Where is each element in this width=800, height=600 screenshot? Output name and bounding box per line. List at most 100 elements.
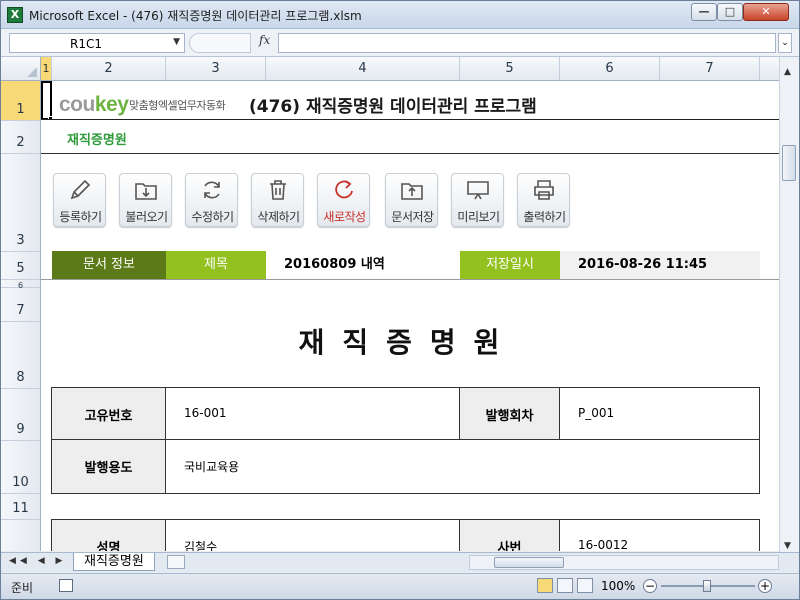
column-header-7[interactable]: 7 (660, 57, 760, 80)
new-document-icon (335, 180, 353, 199)
delete-button[interactable]: 삭제하기 (251, 173, 304, 227)
name-box[interactable]: R1C1 ▼ (9, 33, 185, 53)
saved-at-value[interactable]: 2016-08-26 11:45 (560, 251, 760, 279)
header-divider (41, 153, 785, 154)
row-header-9[interactable]: 9 (1, 389, 40, 441)
close-icon: ✕ (761, 5, 771, 18)
row-header-5[interactable]: 5 (1, 252, 40, 280)
vertical-scrollbar[interactable]: ▼ (779, 111, 799, 553)
load-button[interactable]: 불러오기 (119, 173, 172, 227)
status-ready: 준비 (11, 581, 34, 595)
trash-icon (270, 180, 286, 200)
minimize-icon: — (698, 5, 710, 18)
purpose-value-cell[interactable]: 국비교육용 (166, 440, 759, 493)
formula-bar-divider[interactable] (189, 33, 251, 53)
column-header-3[interactable]: 3 (166, 57, 266, 80)
page-break-preview-button[interactable] (577, 578, 593, 593)
row-header-3[interactable]: 3 (1, 154, 40, 252)
printer-icon (534, 180, 554, 200)
row-header-11[interactable]: 11 (1, 494, 40, 520)
register-button-label: 등록하기 (59, 210, 102, 224)
minimize-button[interactable]: — (691, 3, 717, 21)
zoom-slider-thumb[interactable] (703, 580, 711, 592)
id-value-cell[interactable]: 16-001 (166, 388, 460, 440)
normal-view-button[interactable] (537, 578, 553, 593)
scroll-up-icon[interactable]: ▲ (784, 67, 791, 77)
horizontal-scroll-thumb[interactable] (494, 557, 564, 568)
row-header-10[interactable]: 10 (1, 441, 40, 494)
pencil-icon (70, 179, 91, 200)
column-headers: 1 2 3 4 5 6 7 (1, 57, 799, 81)
print-button[interactable]: 출력하기 (517, 173, 570, 227)
new-document-button[interactable]: 새로작성 (317, 173, 370, 227)
purpose-label-cell: 발행용도 (52, 440, 166, 493)
active-cell-selection[interactable] (41, 81, 52, 120)
sheet-tab-active[interactable]: 재직증명원 (73, 553, 155, 571)
edit-button[interactable]: 수정하기 (185, 173, 238, 227)
select-all-corner[interactable] (1, 57, 41, 80)
horizontal-scrollbar[interactable] (469, 555, 779, 570)
vertical-scroll-thumb[interactable] (782, 145, 796, 181)
zoom-level[interactable]: 100% (601, 579, 635, 593)
section-divider (41, 279, 785, 280)
monitor-icon (467, 181, 489, 200)
column-header-6[interactable]: 6 (560, 57, 660, 80)
title-value-cell[interactable]: 20160809 내역 (266, 251, 460, 279)
column-header-1[interactable]: 1 (41, 57, 52, 80)
save-document-button[interactable]: 문서저장 (385, 173, 438, 227)
save-document-button-label: 문서저장 (391, 210, 434, 224)
program-title: (476) 재직증명원 데이터관리 프로그램 (249, 97, 537, 117)
zoom-out-icon[interactable]: − (643, 579, 657, 593)
excel-icon[interactable]: X (7, 7, 23, 23)
vertical-split-box[interactable]: ▲ (779, 57, 799, 111)
chevron-down-icon[interactable]: ▼ (173, 37, 180, 47)
load-button-label: 불러오기 (125, 210, 168, 224)
document-info-label: 문서 정보 (52, 251, 166, 279)
employee-number-value-cell[interactable]: 16-0012 (560, 520, 759, 551)
edit-button-label: 수정하기 (191, 210, 234, 224)
status-bar: 준비 100% − + (1, 573, 799, 599)
row-header-7[interactable]: 7 (1, 288, 40, 322)
zoom-in-icon[interactable]: + (758, 579, 772, 593)
expand-formula-bar-icon[interactable]: ⌄ (778, 33, 792, 53)
sheet-label: 재직증명원 (67, 133, 127, 148)
select-all-icon (27, 67, 37, 77)
preview-button-label: 미리보기 (457, 210, 500, 224)
id-label-cell: 고유번호 (52, 388, 166, 440)
title-label: 제목 (166, 251, 266, 279)
certificate-heading: 재직증명원 (298, 326, 518, 359)
new-document-button-label: 새로작성 (323, 210, 366, 224)
row-header-1[interactable]: 1 (1, 81, 40, 121)
window-title: Microsoft Excel - (476) 재직증명원 데이터관리 프로그램… (29, 9, 362, 23)
insert-function-icon[interactable]: fx (259, 33, 270, 47)
refresh-icon (204, 181, 220, 199)
maximize-button[interactable]: □ (717, 3, 743, 21)
preview-button[interactable]: 미리보기 (451, 173, 504, 227)
column-header-2[interactable]: 2 (52, 57, 166, 80)
issue-number-label-cell: 발행회차 (460, 388, 560, 440)
insert-sheet-icon[interactable] (167, 555, 185, 569)
folder-upload-icon (401, 183, 423, 200)
row-header-8[interactable]: 8 (1, 322, 40, 389)
delete-button-label: 삭제하기 (257, 210, 300, 224)
formula-input[interactable] (278, 33, 776, 53)
scroll-down-icon[interactable]: ▼ (784, 541, 791, 551)
worksheet-grid[interactable]: coukey 맞춤형엑셀업무자동화 (476) 재직증명원 데이터관리 프로그램… (41, 81, 785, 551)
name-label-cell: 성명 (52, 520, 166, 551)
coukey-logo: coukey (59, 93, 129, 116)
name-value-cell[interactable]: 김철수 (166, 520, 460, 551)
row-header-6[interactable]: 6 (1, 280, 40, 290)
column-header-5[interactable]: 5 (460, 57, 560, 80)
print-button-label: 출력하기 (523, 210, 566, 224)
employee-info-table: 성명 김철수 사번 16-0012 (51, 519, 760, 551)
macro-record-icon[interactable] (59, 579, 73, 592)
issue-number-value-cell[interactable]: P_001 (560, 388, 759, 440)
saved-at-label: 저장일시 (460, 251, 560, 279)
row-header-12[interactable]: 12 (1, 520, 40, 551)
column-header-4[interactable]: 4 (266, 57, 460, 80)
page-layout-view-button[interactable] (557, 578, 573, 593)
row-header-2[interactable]: 2 (1, 121, 40, 154)
close-button[interactable]: ✕ (743, 3, 789, 21)
register-button[interactable]: 등록하기 (53, 173, 106, 227)
sheet-tab-bar: ◀◀ ◀ ▶ ▶▶ 재직증명원 (1, 552, 799, 572)
